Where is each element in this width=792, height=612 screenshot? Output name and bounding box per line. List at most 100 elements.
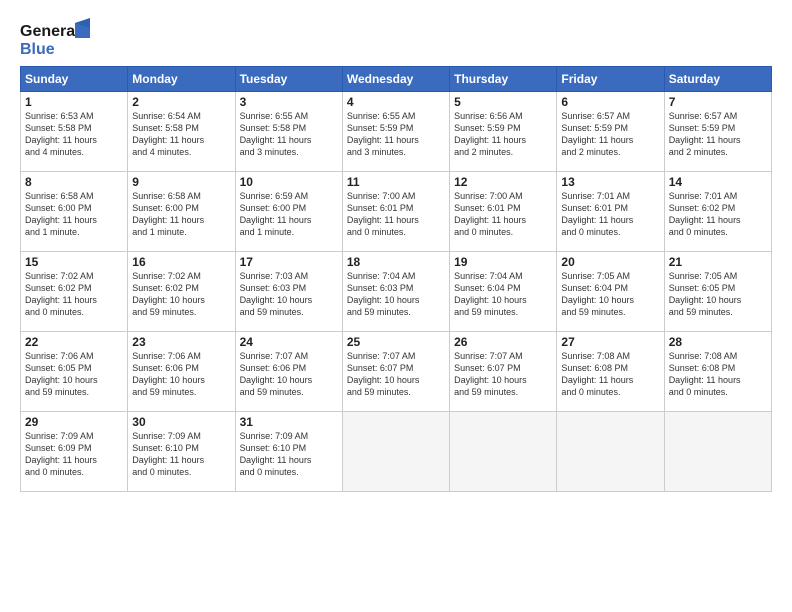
- calendar-cell-2: 2Sunrise: 6:54 AM Sunset: 5:58 PM Daylig…: [128, 92, 235, 172]
- calendar-row-1: 1Sunrise: 6:53 AM Sunset: 5:58 PM Daylig…: [21, 92, 772, 172]
- calendar-table: SundayMondayTuesdayWednesdayThursdayFrid…: [20, 66, 772, 492]
- day-info-31: Sunrise: 7:09 AM Sunset: 6:10 PM Dayligh…: [240, 430, 338, 479]
- calendar-cell-20: 20Sunrise: 7:05 AM Sunset: 6:04 PM Dayli…: [557, 252, 664, 332]
- day-info-27: Sunrise: 7:08 AM Sunset: 6:08 PM Dayligh…: [561, 350, 659, 399]
- day-number-29: 29: [25, 415, 123, 429]
- calendar-cell-27: 27Sunrise: 7:08 AM Sunset: 6:08 PM Dayli…: [557, 332, 664, 412]
- day-number-16: 16: [132, 255, 230, 269]
- day-number-17: 17: [240, 255, 338, 269]
- svg-text:General: General: [20, 23, 80, 40]
- logo: GeneralBlue: [20, 18, 100, 58]
- day-info-21: Sunrise: 7:05 AM Sunset: 6:05 PM Dayligh…: [669, 270, 767, 319]
- calendar-cell-9: 9Sunrise: 6:58 AM Sunset: 6:00 PM Daylig…: [128, 172, 235, 252]
- calendar-cell-1: 1Sunrise: 6:53 AM Sunset: 5:58 PM Daylig…: [21, 92, 128, 172]
- day-info-28: Sunrise: 7:08 AM Sunset: 6:08 PM Dayligh…: [669, 350, 767, 399]
- day-info-23: Sunrise: 7:06 AM Sunset: 6:06 PM Dayligh…: [132, 350, 230, 399]
- weekday-header-wednesday: Wednesday: [342, 67, 449, 92]
- calendar-cell-21: 21Sunrise: 7:05 AM Sunset: 6:05 PM Dayli…: [664, 252, 771, 332]
- calendar-cell-25: 25Sunrise: 7:07 AM Sunset: 6:07 PM Dayli…: [342, 332, 449, 412]
- calendar-cell-24: 24Sunrise: 7:07 AM Sunset: 6:06 PM Dayli…: [235, 332, 342, 412]
- day-number-9: 9: [132, 175, 230, 189]
- day-info-25: Sunrise: 7:07 AM Sunset: 6:07 PM Dayligh…: [347, 350, 445, 399]
- day-info-19: Sunrise: 7:04 AM Sunset: 6:04 PM Dayligh…: [454, 270, 552, 319]
- day-info-9: Sunrise: 6:58 AM Sunset: 6:00 PM Dayligh…: [132, 190, 230, 239]
- calendar-cell-22: 22Sunrise: 7:06 AM Sunset: 6:05 PM Dayli…: [21, 332, 128, 412]
- day-info-8: Sunrise: 6:58 AM Sunset: 6:00 PM Dayligh…: [25, 190, 123, 239]
- calendar-cell-26: 26Sunrise: 7:07 AM Sunset: 6:07 PM Dayli…: [450, 332, 557, 412]
- day-info-12: Sunrise: 7:00 AM Sunset: 6:01 PM Dayligh…: [454, 190, 552, 239]
- calendar-cell-32: [342, 412, 449, 492]
- calendar-cell-34: [557, 412, 664, 492]
- calendar-cell-7: 7Sunrise: 6:57 AM Sunset: 5:59 PM Daylig…: [664, 92, 771, 172]
- day-number-8: 8: [25, 175, 123, 189]
- day-number-13: 13: [561, 175, 659, 189]
- day-info-29: Sunrise: 7:09 AM Sunset: 6:09 PM Dayligh…: [25, 430, 123, 479]
- day-number-26: 26: [454, 335, 552, 349]
- day-info-10: Sunrise: 6:59 AM Sunset: 6:00 PM Dayligh…: [240, 190, 338, 239]
- day-number-25: 25: [347, 335, 445, 349]
- calendar-row-3: 15Sunrise: 7:02 AM Sunset: 6:02 PM Dayli…: [21, 252, 772, 332]
- day-number-7: 7: [669, 95, 767, 109]
- calendar-cell-30: 30Sunrise: 7:09 AM Sunset: 6:10 PM Dayli…: [128, 412, 235, 492]
- weekday-header-monday: Monday: [128, 67, 235, 92]
- day-number-31: 31: [240, 415, 338, 429]
- day-number-1: 1: [25, 95, 123, 109]
- day-number-2: 2: [132, 95, 230, 109]
- day-number-24: 24: [240, 335, 338, 349]
- day-info-26: Sunrise: 7:07 AM Sunset: 6:07 PM Dayligh…: [454, 350, 552, 399]
- calendar-cell-17: 17Sunrise: 7:03 AM Sunset: 6:03 PM Dayli…: [235, 252, 342, 332]
- day-info-15: Sunrise: 7:02 AM Sunset: 6:02 PM Dayligh…: [25, 270, 123, 319]
- calendar-row-2: 8Sunrise: 6:58 AM Sunset: 6:00 PM Daylig…: [21, 172, 772, 252]
- day-info-11: Sunrise: 7:00 AM Sunset: 6:01 PM Dayligh…: [347, 190, 445, 239]
- weekday-header-saturday: Saturday: [664, 67, 771, 92]
- calendar-cell-19: 19Sunrise: 7:04 AM Sunset: 6:04 PM Dayli…: [450, 252, 557, 332]
- day-number-23: 23: [132, 335, 230, 349]
- calendar-row-5: 29Sunrise: 7:09 AM Sunset: 6:09 PM Dayli…: [21, 412, 772, 492]
- day-number-18: 18: [347, 255, 445, 269]
- calendar-cell-13: 13Sunrise: 7:01 AM Sunset: 6:01 PM Dayli…: [557, 172, 664, 252]
- day-info-24: Sunrise: 7:07 AM Sunset: 6:06 PM Dayligh…: [240, 350, 338, 399]
- day-number-4: 4: [347, 95, 445, 109]
- weekday-header-sunday: Sunday: [21, 67, 128, 92]
- day-info-7: Sunrise: 6:57 AM Sunset: 5:59 PM Dayligh…: [669, 110, 767, 159]
- day-number-19: 19: [454, 255, 552, 269]
- calendar-cell-10: 10Sunrise: 6:59 AM Sunset: 6:00 PM Dayli…: [235, 172, 342, 252]
- day-number-20: 20: [561, 255, 659, 269]
- calendar-cell-35: [664, 412, 771, 492]
- weekday-header-tuesday: Tuesday: [235, 67, 342, 92]
- calendar-cell-3: 3Sunrise: 6:55 AM Sunset: 5:58 PM Daylig…: [235, 92, 342, 172]
- calendar-cell-11: 11Sunrise: 7:00 AM Sunset: 6:01 PM Dayli…: [342, 172, 449, 252]
- day-info-17: Sunrise: 7:03 AM Sunset: 6:03 PM Dayligh…: [240, 270, 338, 319]
- day-info-22: Sunrise: 7:06 AM Sunset: 6:05 PM Dayligh…: [25, 350, 123, 399]
- day-number-6: 6: [561, 95, 659, 109]
- day-info-4: Sunrise: 6:55 AM Sunset: 5:59 PM Dayligh…: [347, 110, 445, 159]
- day-number-11: 11: [347, 175, 445, 189]
- day-number-12: 12: [454, 175, 552, 189]
- day-number-15: 15: [25, 255, 123, 269]
- day-number-21: 21: [669, 255, 767, 269]
- calendar-cell-4: 4Sunrise: 6:55 AM Sunset: 5:59 PM Daylig…: [342, 92, 449, 172]
- day-number-3: 3: [240, 95, 338, 109]
- calendar-cell-18: 18Sunrise: 7:04 AM Sunset: 6:03 PM Dayli…: [342, 252, 449, 332]
- calendar-cell-12: 12Sunrise: 7:00 AM Sunset: 6:01 PM Dayli…: [450, 172, 557, 252]
- day-info-13: Sunrise: 7:01 AM Sunset: 6:01 PM Dayligh…: [561, 190, 659, 239]
- header: GeneralBlue: [20, 18, 772, 58]
- calendar-row-4: 22Sunrise: 7:06 AM Sunset: 6:05 PM Dayli…: [21, 332, 772, 412]
- day-info-14: Sunrise: 7:01 AM Sunset: 6:02 PM Dayligh…: [669, 190, 767, 239]
- svg-text:Blue: Blue: [20, 41, 55, 58]
- calendar-cell-16: 16Sunrise: 7:02 AM Sunset: 6:02 PM Dayli…: [128, 252, 235, 332]
- weekday-header-friday: Friday: [557, 67, 664, 92]
- calendar-cell-8: 8Sunrise: 6:58 AM Sunset: 6:00 PM Daylig…: [21, 172, 128, 252]
- day-info-16: Sunrise: 7:02 AM Sunset: 6:02 PM Dayligh…: [132, 270, 230, 319]
- day-number-27: 27: [561, 335, 659, 349]
- calendar-cell-23: 23Sunrise: 7:06 AM Sunset: 6:06 PM Dayli…: [128, 332, 235, 412]
- day-number-10: 10: [240, 175, 338, 189]
- calendar-cell-15: 15Sunrise: 7:02 AM Sunset: 6:02 PM Dayli…: [21, 252, 128, 332]
- day-info-2: Sunrise: 6:54 AM Sunset: 5:58 PM Dayligh…: [132, 110, 230, 159]
- weekday-header-thursday: Thursday: [450, 67, 557, 92]
- day-info-3: Sunrise: 6:55 AM Sunset: 5:58 PM Dayligh…: [240, 110, 338, 159]
- day-info-6: Sunrise: 6:57 AM Sunset: 5:59 PM Dayligh…: [561, 110, 659, 159]
- calendar-cell-31: 31Sunrise: 7:09 AM Sunset: 6:10 PM Dayli…: [235, 412, 342, 492]
- day-number-28: 28: [669, 335, 767, 349]
- day-info-18: Sunrise: 7:04 AM Sunset: 6:03 PM Dayligh…: [347, 270, 445, 319]
